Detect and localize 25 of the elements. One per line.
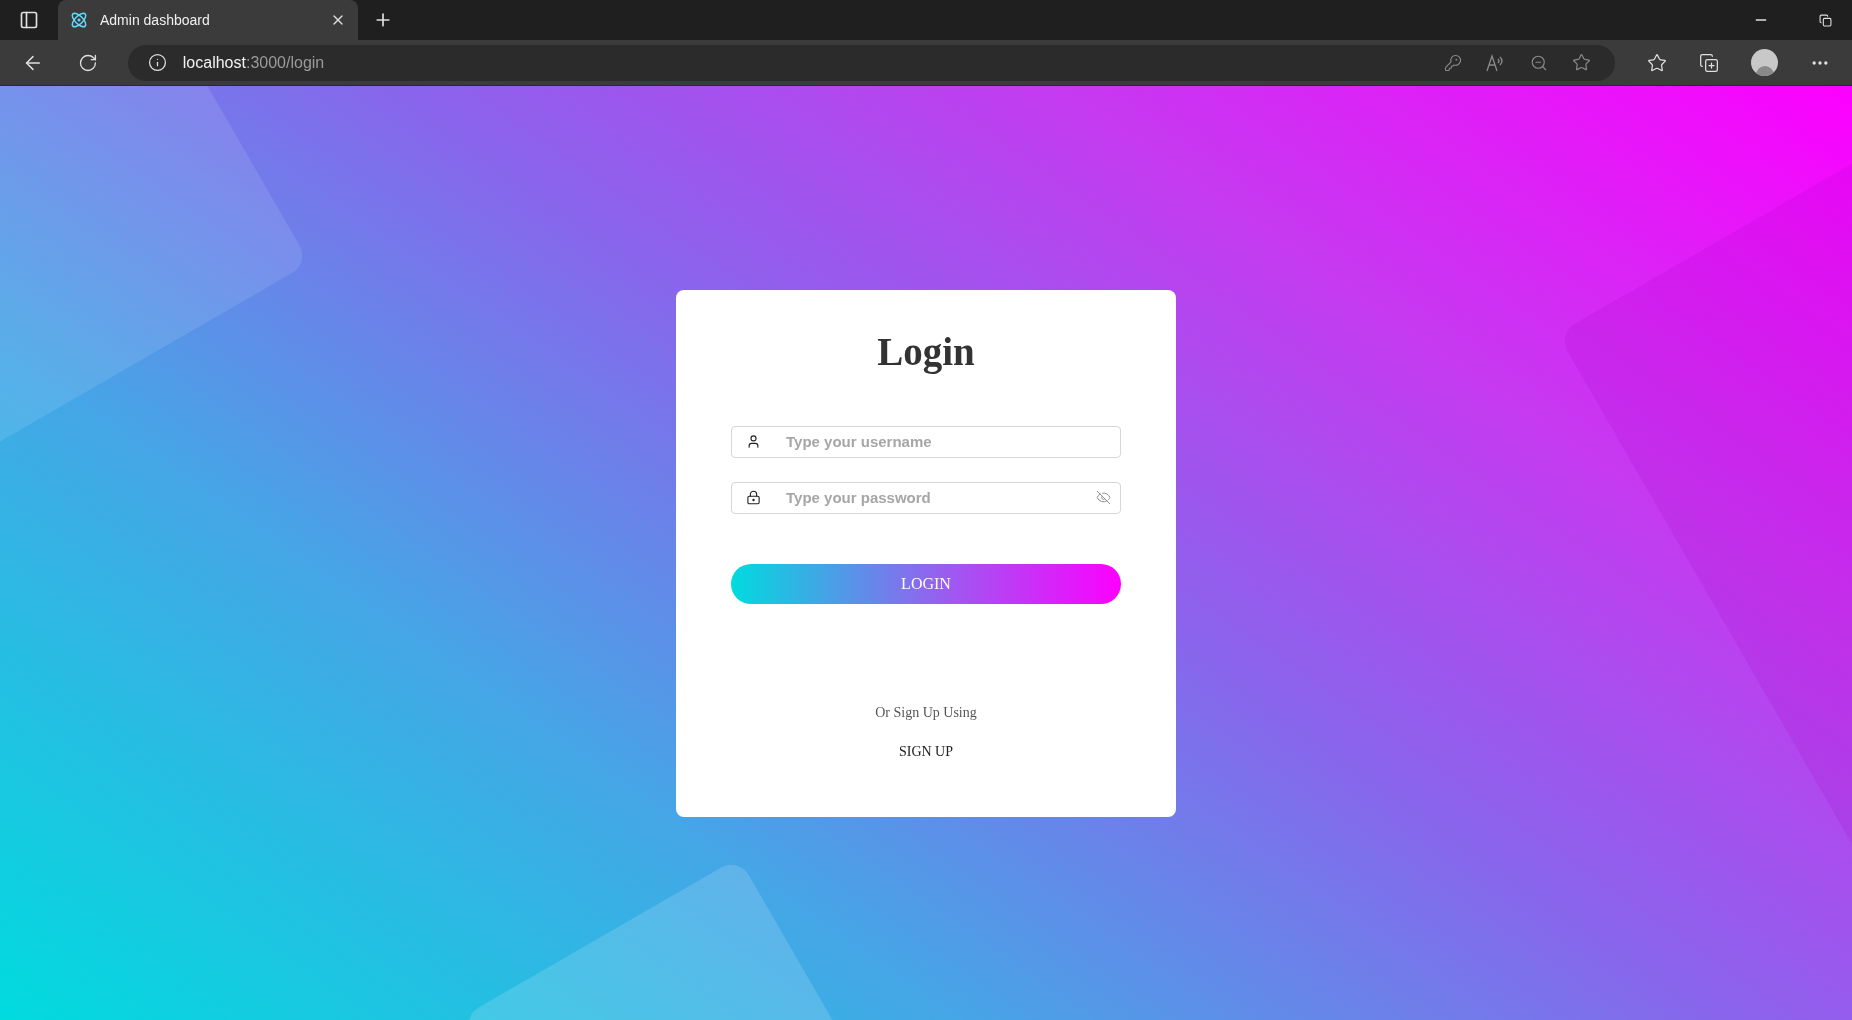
reload-icon[interactable] [77,52,98,73]
zoom-out-icon[interactable] [1530,53,1548,72]
key-icon[interactable] [1444,53,1462,72]
collections-icon[interactable] [1699,52,1719,73]
login-title: Login [877,328,975,376]
favorites-icon[interactable] [1647,52,1667,73]
info-icon[interactable] [147,53,167,72]
login-button[interactable]: LOGIN [731,563,1121,604]
read-aloud-icon[interactable] [1486,53,1506,72]
url-text: localhost:3000/login [182,52,325,73]
signup-link[interactable]: SIGN UP [898,740,954,762]
lock-icon [746,489,761,505]
react-logo-icon [70,11,88,29]
add-favorite-icon[interactable] [1572,53,1591,72]
signup-hint: Or Sign Up Using [875,703,977,722]
user-icon [746,433,761,449]
input-field[interactable]: Type your username [731,425,1121,458]
address-bar[interactable]: localhost:3000/login [127,44,1615,81]
hide-password-icon[interactable] [1096,489,1111,505]
browser-tab[interactable]: Admin dashboard [58,0,358,40]
restore-icon[interactable] [1819,13,1832,27]
tab-title: Admin dashboard [100,10,211,30]
profile-avatar[interactable] [1751,49,1778,76]
tab-actions-icon[interactable] [19,10,39,30]
input-field[interactable]: Type your password [731,481,1121,514]
